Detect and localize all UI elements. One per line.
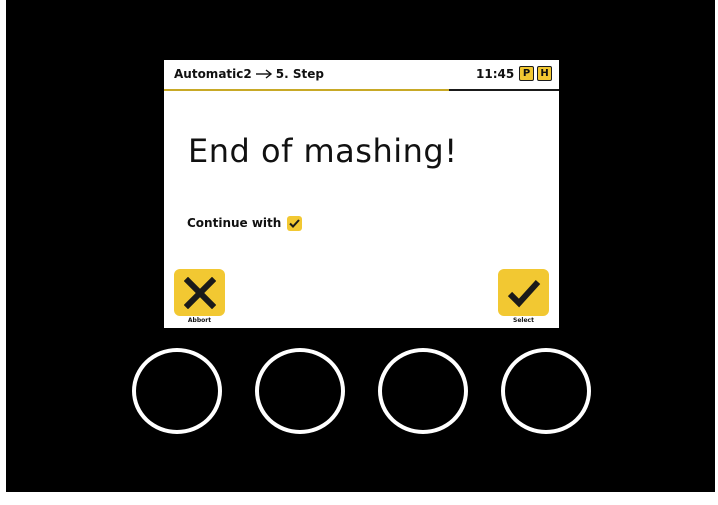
status-header: Automatic2 5. Step 11:45 P H: [164, 60, 559, 90]
select-button[interactable]: [498, 269, 549, 316]
hardware-button-4[interactable]: [501, 348, 591, 434]
step-progress-fill: [164, 89, 449, 91]
select-button-label: Select: [513, 317, 534, 324]
continue-label: Continue with: [187, 216, 282, 230]
program-name: Automatic2: [174, 67, 252, 81]
checkmark-icon: [507, 279, 540, 307]
step-label: 5. Step: [275, 67, 324, 81]
checkbox-checked-icon[interactable]: [287, 215, 303, 231]
arrow-right-icon: [255, 68, 273, 82]
step-progress-remaining: [449, 89, 559, 91]
clock: 11:45: [476, 67, 515, 81]
continue-option[interactable]: Continue with: [187, 214, 303, 232]
hardware-button-1[interactable]: [132, 348, 222, 434]
breadcrumb: Automatic2 5. Step: [174, 67, 324, 82]
x-icon: [183, 276, 216, 309]
mode-badge-h: H: [537, 66, 552, 81]
hardware-button-3[interactable]: [378, 348, 468, 434]
abort-button-label: Abbort: [187, 317, 212, 324]
mode-badge-p: P: [519, 66, 534, 81]
hardware-button-2[interactable]: [255, 348, 345, 434]
display-screen: Automatic2 5. Step 11:45 P H End of mashi…: [164, 60, 559, 328]
status-message: End of mashing!: [188, 132, 458, 170]
abort-button[interactable]: [174, 269, 225, 316]
